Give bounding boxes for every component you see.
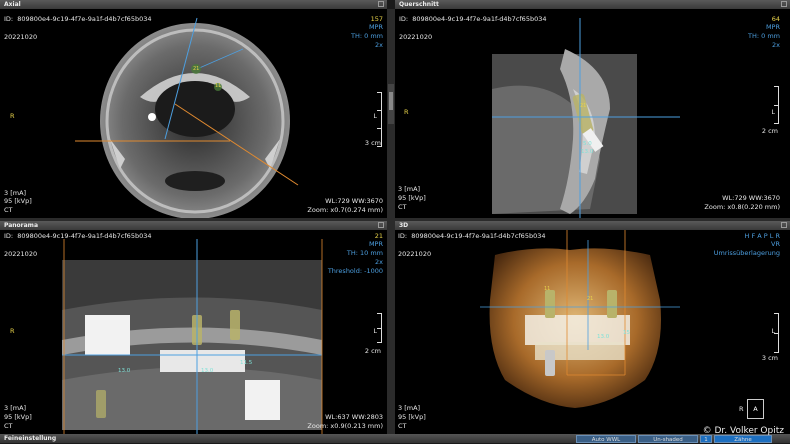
copyright-notice: © Dr. Volker Opitz [702, 426, 784, 436]
3d-volume-render [480, 230, 680, 408]
fine-tuning-label: Feineinstellung [4, 435, 57, 442]
maximize-icon[interactable] [378, 1, 384, 7]
cross-side-right: R [404, 108, 409, 116]
3d-overlay: Umrissüberlagerung [713, 249, 780, 257]
maximize-icon[interactable] [781, 222, 787, 228]
cross-window-level: WL:729 WW:3670 [722, 194, 780, 202]
3d-implant-label-3: 13.0 [597, 334, 610, 340]
panorama-viewport[interactable]: Panorama ID: 809800e4-9c19-4f7e-9a1f-d4b… [0, 221, 387, 434]
axial-zoom: Zoom: x0.7(0.274 mm) [307, 206, 383, 214]
unshaded-button[interactable]: Un-shaded [638, 435, 698, 443]
axial-zoom-factor: 2x [375, 41, 383, 49]
cross-date: 20221020 [399, 33, 433, 41]
panorama-window-level: WL:637 WW:2803 [325, 413, 383, 421]
panorama-thickness: TH: 10 mm [346, 249, 383, 257]
maximize-icon[interactable] [781, 1, 787, 7]
3d-title: 3D [399, 222, 409, 229]
panorama-ma: 3 [mA] [4, 404, 27, 412]
panorama-kvp: 95 [kVp] [4, 413, 32, 421]
3d-viewport[interactable]: 3D ID: 809800e4-9c19-4f7e-9a1f-d4b7cf65b… [395, 221, 790, 434]
panorama-implant-size-1: 13.0 [118, 368, 131, 374]
3d-ma: 3 [mA] [398, 404, 421, 412]
cross-implant-diameter: 5.0 [583, 141, 592, 147]
panorama-implant-size-2: 13.0 [201, 368, 214, 374]
axial-implant-label: 21 [193, 66, 200, 72]
panorama-patient-id: ID: 809800e4-9c19-4f7e-9a1f-d4b7cf65b034 [4, 232, 152, 240]
axial-window-level: WL:729 WW:3670 [325, 197, 383, 205]
cross-scale-label: 2 cm [761, 127, 778, 135]
panorama-date: 20221020 [4, 250, 38, 258]
axial-patient-id: ID: 809800e4-9c19-4f7e-9a1f-d4b7cf65b034 [4, 15, 152, 23]
panorama-scale-label: 2 cm [364, 347, 381, 355]
axial-ct-image [75, 17, 299, 218]
axial-implant-label-2: 11 [215, 83, 222, 89]
panorama-side-right: R [10, 327, 15, 335]
cross-title: Querschnitt [399, 1, 439, 8]
axial-viewport[interactable]: Axial ID: 809800e4-9c19-4f7e-9a1f-d4b7cf… [0, 0, 387, 218]
cross-section-viewport[interactable]: Querschnitt ID: 809800e4-9c19-4f7e-9a1f-… [395, 0, 790, 218]
cross-zoom-factor: 2x [772, 41, 780, 49]
cross-scale-bar [774, 86, 779, 124]
3d-date: 20221020 [398, 250, 432, 258]
3d-scale-label: 3 cm [761, 354, 778, 362]
panorama-implant-size-3: 11.5 [240, 360, 253, 366]
maximize-icon[interactable] [378, 222, 384, 228]
axial-title-bar: Axial [0, 0, 387, 9]
3d-patient-id: ID: 809800e4-9c19-4f7e-9a1f-d4b7cf65b034 [398, 232, 546, 240]
cross-ma: 3 [mA] [398, 185, 421, 193]
cross-implant-length: 13.0 [581, 149, 594, 155]
axial-scale-label: 3 cm [364, 139, 381, 147]
axial-side-right: R [10, 112, 15, 120]
cross-ct: CT [398, 203, 407, 211]
3d-scale-bar [774, 313, 779, 353]
orientation-cube[interactable]: A [747, 399, 764, 419]
panorama-zoom-factor: 2x [375, 258, 383, 266]
panorama-title: Panorama [4, 222, 38, 229]
3d-title-bar: 3D [395, 221, 790, 230]
cross-patient-id: ID: 809800e4-9c19-4f7e-9a1f-d4b7cf65b034 [399, 15, 547, 23]
panorama-title-bar: Panorama [0, 221, 387, 230]
panorama-slice-number: 21 [374, 232, 383, 240]
3d-kvp: 95 [kVp] [398, 413, 426, 421]
panorama-ct: CT [4, 422, 13, 430]
auto-wwl-button[interactable]: Auto WWL [576, 435, 636, 443]
axial-thickness: TH: 0 mm [351, 32, 383, 40]
status-bar: Feineinstellung Auto WWL Un-shaded 1 Zäh… [0, 434, 790, 443]
scrollbar[interactable] [388, 84, 394, 124]
3d-ct: CT [398, 422, 407, 430]
cross-title-bar: Querschnitt [395, 0, 790, 9]
panorama-zoom: Zoom: x0.9(0.213 mm) [307, 422, 383, 430]
3d-orientation: H F A P L R [744, 232, 780, 240]
cross-implant-label: 21 [580, 103, 587, 109]
3d-implant-label-2: 21 [587, 296, 594, 302]
cross-mode: MPR [765, 23, 780, 31]
3d-mode: VR [771, 240, 780, 248]
panorama-ct-image [62, 239, 323, 434]
axial-mode: MPR [368, 23, 383, 31]
cross-slice-number: 64 [771, 15, 780, 23]
cross-zoom: Zoom: x0.8(0.220 mm) [704, 203, 780, 211]
3d-implant-label-1: 11 [544, 286, 551, 292]
vertical-splitter[interactable] [387, 9, 395, 434]
panorama-mode: MPR [368, 240, 383, 248]
axial-slice-number: 157 [370, 15, 383, 23]
axial-ct: CT [4, 206, 13, 214]
3d-implant-label-4: 15 [623, 330, 630, 336]
axial-title: Axial [4, 1, 21, 8]
panorama-scale-bar [377, 313, 382, 343]
orientation-cube-right-label: R [739, 405, 744, 413]
view-1-button[interactable]: 1 [700, 435, 712, 443]
cross-thickness: TH: 0 mm [748, 32, 780, 40]
teeth-button[interactable]: Zähne [714, 435, 772, 443]
axial-kvp: 95 [kVp] [4, 197, 32, 205]
axial-date: 20221020 [4, 33, 38, 41]
panorama-threshold: Threshold: -1000 [327, 267, 383, 275]
cross-kvp: 95 [kVp] [398, 194, 426, 202]
scrollbar-thumb[interactable] [389, 92, 393, 110]
axial-ma: 3 [mA] [4, 189, 27, 197]
cross-ct-image [492, 18, 680, 218]
